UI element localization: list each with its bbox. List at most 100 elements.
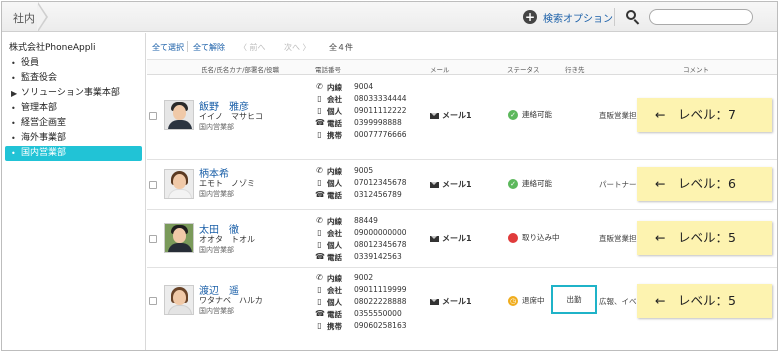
search-input[interactable] — [649, 9, 753, 25]
phone-number: 09000000000 — [354, 228, 407, 237]
mobile-icon: ▯ — [317, 130, 322, 139]
row-checkbox[interactable] — [149, 181, 157, 189]
mobile-icon: ▯ — [317, 321, 322, 330]
breadcrumb-label: 社内 — [13, 12, 35, 25]
phone-number: 08022228888 — [354, 297, 407, 306]
divider — [614, 8, 615, 26]
mobile-icon: ▯ — [317, 106, 322, 115]
phone-icon: ✆ — [316, 166, 323, 175]
phone-icon: ✆ — [316, 82, 323, 91]
status-available-icon: ✓ — [508, 178, 518, 189]
org-item-yakuin[interactable]: • 役員 — [5, 56, 142, 71]
divider — [187, 41, 188, 52]
phone-number: 9002 — [354, 273, 374, 282]
phone-icon: ✆ — [316, 216, 323, 225]
org-item-label: 経営企画室 — [21, 118, 67, 128]
table-row[interactable]: 飯野 雅彦 イイノ マサヒコ 国内営業部 ✆ 内線 9004 ▯ 会社 08033334… — [147, 76, 777, 160]
expand-arrow-icon[interactable]: ▶ — [11, 86, 21, 101]
select-all-link[interactable]: 全て選択 — [152, 42, 184, 53]
mail-icon — [430, 112, 439, 119]
mail-link[interactable]: メール1 — [430, 296, 472, 307]
phone-type: 電話 — [327, 119, 342, 128]
status: ✓ 連絡可能 — [508, 109, 552, 120]
mobile-icon: ▯ — [317, 297, 322, 306]
mail-link[interactable]: メール1 — [430, 233, 472, 244]
table-row[interactable]: 太田 徹 オオタ トオル 国内営業部 ✆ 内線 88449 ▯ 会社 090000000… — [147, 210, 777, 268]
mobile-icon: ▯ — [317, 94, 322, 103]
mail-icon — [430, 298, 439, 305]
org-item-audit-board[interactable]: • 監査役会 — [5, 71, 142, 86]
row-checkbox[interactable] — [149, 235, 157, 243]
org-item-label: 役員 — [21, 58, 40, 68]
phone-number: 09060258163 — [354, 321, 407, 330]
search-icon[interactable] — [626, 10, 640, 25]
person-kana: オオタ トオル — [199, 235, 255, 244]
mail-link[interactable]: メール1 — [430, 110, 472, 121]
org-item-overseas[interactable]: • 海外事業部 — [5, 131, 142, 146]
phone-number: 00077776666 — [354, 130, 407, 139]
status-away-icon: ◷ — [508, 295, 518, 306]
bullet-icon: • — [11, 59, 16, 68]
row-checkbox[interactable] — [149, 297, 157, 305]
person-dept: 国内営業部 — [199, 190, 234, 198]
org-list: • 役員 • 監査役会 ▶ ソリューション事業本部 • 管理本部 • 経営企画室 • 海外事… — [5, 56, 142, 161]
header-name[interactable]: 氏名/氏名カナ/部署名/役職 — [201, 64, 279, 74]
comment-text: パートナー — [599, 180, 637, 189]
status-label: 退席中 — [522, 296, 545, 305]
phone-number: 88449 — [354, 216, 378, 225]
fax-icon: ☎ — [315, 252, 325, 261]
org-root-label[interactable]: 株式会社PhoneAppli — [9, 40, 95, 53]
org-item-label: 監査役会 — [21, 73, 58, 83]
org-item-solutions[interactable]: ▶ ソリューション事業本部 — [5, 86, 142, 101]
bullet-icon: • — [11, 119, 16, 128]
header-destination: 行き先 — [565, 66, 585, 74]
phone-type: 携帯 — [327, 322, 342, 331]
breadcrumb-separator-fill — [37, 3, 46, 31]
mail-link[interactable]: メール1 — [430, 179, 472, 190]
phone-number: 08012345678 — [354, 240, 407, 249]
phone-number: 9004 — [354, 82, 374, 91]
status: ◷ 退席中 — [508, 295, 545, 306]
prev-page-button[interactable]: 〈 前へ — [239, 42, 266, 53]
phone-type: 個人 — [327, 298, 342, 307]
phone-number: 09011112222 — [354, 106, 407, 115]
status-label: 連絡可能 — [522, 179, 552, 188]
phone-type: 個人 — [327, 241, 342, 250]
phone-number: 0355550000 — [354, 309, 402, 318]
phone-type: 内線 — [327, 83, 342, 92]
next-page-button[interactable]: 次へ 〉 — [284, 42, 311, 53]
breadcrumb[interactable]: 社内 — [2, 2, 54, 32]
fax-icon: ☎ — [315, 190, 325, 199]
level-annotation: ← レベル：7 — [637, 98, 772, 132]
header-comment: コメント — [683, 66, 709, 74]
org-item-admin[interactable]: • 管理本部 — [5, 101, 142, 116]
destination-cell[interactable]: 出勤 — [551, 285, 597, 314]
status-label: 連絡可能 — [522, 110, 552, 119]
table-row[interactable]: 渡辺 遥 ワタナベ ハルカ 国内営業部 ✆ 内線 9002 ▯ 会社 090111199… — [147, 268, 777, 350]
org-item-label: 管理本部 — [21, 103, 58, 113]
phone-number: 0399998888 — [354, 118, 402, 127]
phone-type: 個人 — [327, 179, 342, 188]
org-item-label: ソリューション事業本部 — [21, 88, 120, 98]
phone-number: 9005 — [354, 166, 374, 175]
row-checkbox[interactable] — [149, 112, 157, 120]
org-item-planning[interactable]: • 経営企画室 — [5, 116, 142, 131]
phone-number: 07012345678 — [354, 178, 407, 187]
person-kana: エモト ノゾミ — [199, 179, 255, 188]
table-row[interactable]: 柄本希 エモト ノゾミ 国内営業部 ✆ 内線 9005 ▯ 個人 07012345678… — [147, 160, 777, 210]
org-item-domestic-sales[interactable]: • 国内営業部 — [5, 146, 142, 161]
status-available-icon: ✓ — [508, 109, 518, 120]
search-options-label: 検索オプション — [543, 13, 613, 25]
deselect-all-link[interactable]: 全て解除 — [193, 42, 225, 53]
avatar — [164, 169, 194, 199]
phone-number: 09011119999 — [354, 285, 407, 294]
mail-label: メール1 — [442, 111, 472, 120]
status: 取り込み中 — [508, 232, 560, 243]
search-options-button[interactable]: + 検索オプション — [523, 9, 613, 25]
person-dept: 国内営業部 — [199, 246, 234, 254]
mail-label: メール1 — [442, 234, 472, 243]
bullet-icon: • — [11, 104, 16, 113]
mail-label: メール1 — [442, 297, 472, 306]
comment-text: 直販営業担 — [599, 111, 637, 120]
bullet-icon: • — [11, 134, 16, 143]
